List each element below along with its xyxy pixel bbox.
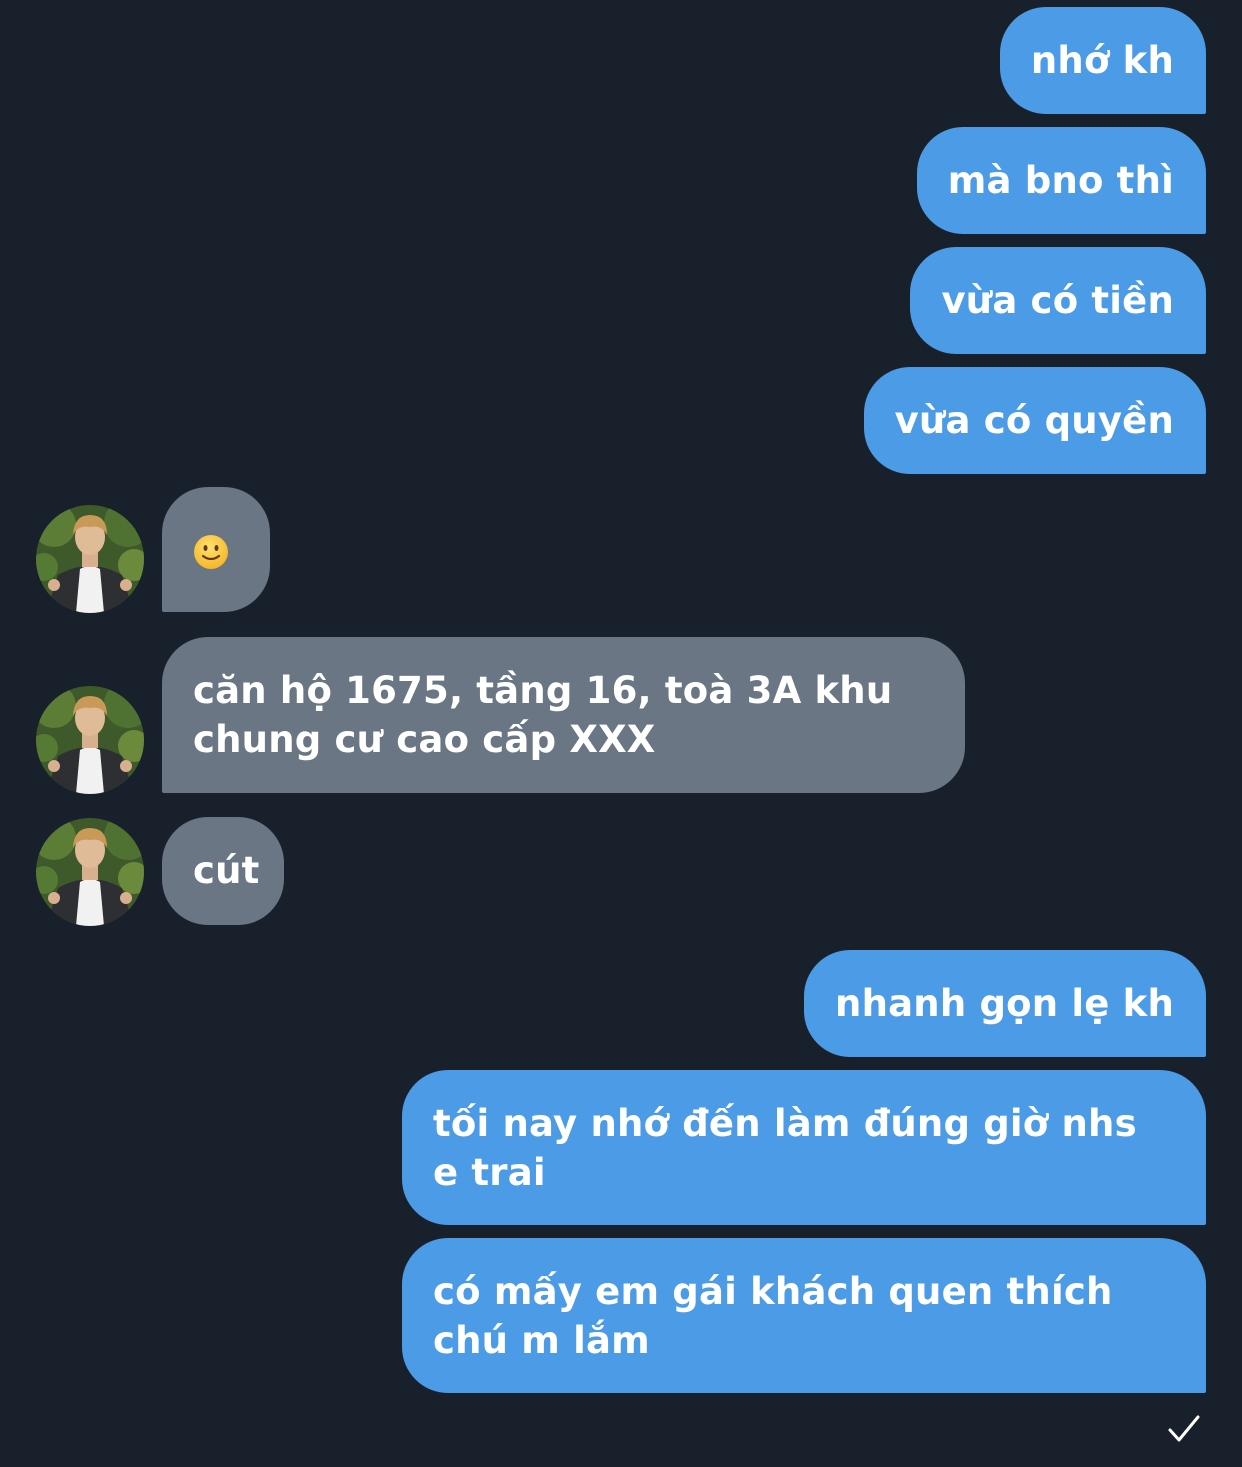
message-text: nhanh gọn lẹ kh — [835, 982, 1174, 1025]
slightly-smiling-face-icon — [193, 533, 229, 569]
outgoing-message-bubble[interactable]: nhớ kh — [999, 7, 1206, 114]
message-text: có mấy em gái khách quen thích chú m lắm — [433, 1270, 1113, 1362]
message-text: tối nay nhớ đến làm đúng giờ nhs e trai — [433, 1102, 1137, 1194]
checkmark-icon — [1166, 1411, 1202, 1447]
avatar[interactable] — [36, 505, 144, 613]
message-text: vừa có quyền — [894, 399, 1174, 442]
message-text: căn hộ 1675, tầng 16, toà 3A khu chung c… — [193, 669, 893, 761]
outgoing-message-bubble[interactable]: mà bno thì — [916, 127, 1206, 234]
message-text: cút — [193, 849, 260, 892]
message-text: nhớ kh — [1030, 39, 1174, 82]
message-text: mà bno thì — [947, 159, 1174, 202]
message-text: vừa có tiền — [941, 279, 1174, 322]
outgoing-message-bubble[interactable]: có mấy em gái khách quen thích chú m lắm — [402, 1238, 1206, 1393]
incoming-message-bubble[interactable] — [162, 487, 270, 612]
avatar[interactable] — [36, 686, 144, 794]
outgoing-message-bubble[interactable]: nhanh gọn lẹ kh — [804, 950, 1206, 1057]
outgoing-message-bubble[interactable]: vừa có quyền — [863, 367, 1206, 474]
outgoing-message-bubble[interactable]: tối nay nhớ đến làm đúng giờ nhs e trai — [402, 1070, 1206, 1225]
avatar[interactable] — [36, 818, 144, 926]
incoming-message-bubble[interactable]: căn hộ 1675, tầng 16, toà 3A khu chung c… — [162, 637, 965, 793]
incoming-message-bubble[interactable]: cút — [162, 817, 284, 925]
outgoing-message-bubble[interactable]: vừa có tiền — [910, 247, 1206, 354]
